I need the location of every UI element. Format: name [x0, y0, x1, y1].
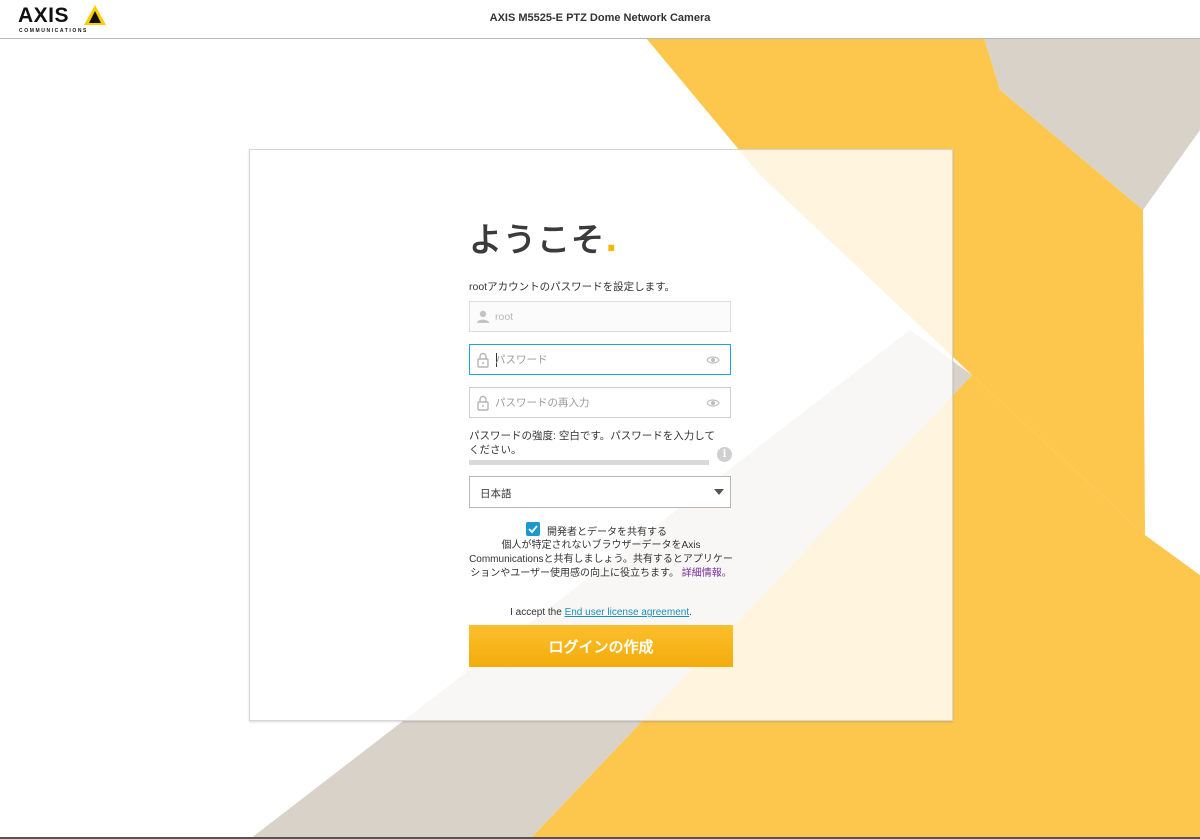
- chevron-down-icon: [714, 489, 724, 495]
- username-input[interactable]: [495, 308, 695, 326]
- create-login-button[interactable]: ログインの作成: [469, 625, 733, 667]
- eula-text: I accept the End user license agreement.: [469, 607, 733, 618]
- password-strength-bar: [469, 460, 709, 465]
- welcome-text: ようこそ: [469, 220, 605, 259]
- password-confirm-field[interactable]: [469, 387, 731, 418]
- app-header: AXIS COMMUNICATIONS AXIS M5525-E PTZ Dom…: [0, 0, 1200, 39]
- page-title: AXIS M5525-E PTZ Dome Network Camera: [489, 12, 711, 24]
- eula-suffix: .: [689, 607, 692, 618]
- share-data-description: 個人が特定されないブラウザーデータをAxis Communicationsと共有…: [469, 539, 733, 581]
- password-strength-text: パスワードの強度: 空白です。パスワードを入力してください。: [469, 430, 715, 456]
- setup-card: ようこそ. rootアカウントのパスワードを設定します。 root パスワードの…: [249, 149, 953, 721]
- eye-icon[interactable]: [706, 354, 720, 366]
- more-info-link[interactable]: 詳細情報。: [682, 568, 732, 579]
- brand-subtitle: COMMUNICATIONS: [19, 28, 88, 34]
- instruction-text: rootアカウントのパスワードを設定します。: [469, 281, 676, 293]
- language-selected-value: 日本語: [480, 488, 512, 500]
- eye-icon[interactable]: [706, 397, 720, 409]
- lock-icon: [477, 352, 489, 368]
- eula-link[interactable]: End user license agreement: [565, 607, 690, 618]
- welcome-heading: ようこそ.: [469, 213, 619, 261]
- user-icon: [477, 310, 489, 323]
- username-field[interactable]: [469, 301, 731, 332]
- eula-prefix: I accept the: [510, 607, 565, 618]
- share-data-label[interactable]: 開発者とデータを共有する: [547, 523, 667, 538]
- check-icon: [528, 525, 538, 534]
- lock-icon: [477, 395, 489, 411]
- language-select[interactable]: 日本語: [469, 476, 731, 508]
- password-confirm-input[interactable]: [495, 394, 695, 412]
- password-field[interactable]: [469, 344, 731, 375]
- page: AXIS COMMUNICATIONS AXIS M5525-E PTZ Dom…: [0, 0, 1200, 839]
- password-input[interactable]: [495, 351, 695, 369]
- share-data-checkbox[interactable]: [526, 522, 540, 536]
- info-icon[interactable]: i: [717, 447, 732, 462]
- welcome-dot: .: [605, 220, 619, 259]
